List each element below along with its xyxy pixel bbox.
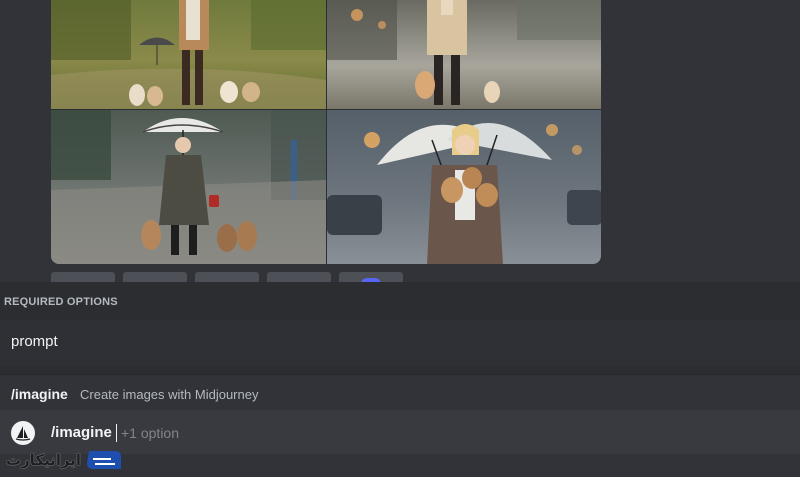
watermark-logo-icon — [87, 451, 122, 469]
input-command-text[interactable]: /imagine — [51, 424, 112, 441]
command-autocomplete-popup: REQUIRED OPTIONS prompt /imagine Create … — [0, 282, 800, 410]
text-caret — [116, 424, 117, 442]
command-description: Create images with Midjourney — [80, 387, 259, 402]
option-label: prompt — [11, 333, 58, 350]
command-suggestion-imagine[interactable]: /imagine Create images with Midjourney — [0, 374, 800, 410]
required-options-header: REQUIRED OPTIONS — [4, 296, 118, 308]
option-prompt[interactable]: prompt — [0, 320, 800, 366]
generated-image-3[interactable] — [51, 110, 326, 264]
command-name: /imagine — [11, 386, 68, 402]
generated-image-1[interactable] — [51, 0, 326, 109]
option-count-hint: +1 option — [121, 425, 179, 441]
watermark-text: ایرانیکارت — [6, 451, 82, 469]
generated-image-2[interactable] — [327, 0, 601, 109]
generated-image-4[interactable] — [327, 110, 601, 264]
generated-image-grid[interactable] — [51, 0, 601, 264]
watermark: ایرانیکارت — [6, 447, 123, 473]
midjourney-app-icon — [11, 421, 35, 445]
